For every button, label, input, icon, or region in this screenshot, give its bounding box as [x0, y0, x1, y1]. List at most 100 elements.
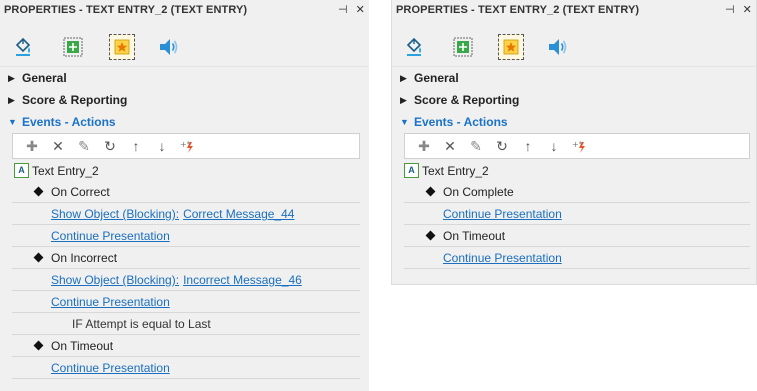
action-target-link[interactable]: Correct Message_44 [183, 207, 294, 221]
expand-arrow-icon: ▶ [8, 95, 15, 105]
section-label: General [414, 71, 459, 85]
panel-title: PROPERTIES - TEXT ENTRY_2 (TEXT ENTRY) [396, 4, 640, 16]
effects-icon[interactable]: +* [567, 134, 593, 158]
expand-arrow-icon: ▶ [400, 73, 407, 83]
tab-fill[interactable] [10, 34, 36, 60]
root-label: Text Entry_2 [422, 163, 489, 178]
event-row[interactable]: On Timeout [12, 335, 360, 357]
tab-position-size[interactable] [450, 34, 476, 60]
paint-bucket-icon [406, 37, 422, 56]
event-label: On Correct [51, 185, 110, 199]
property-tabs [392, 20, 756, 67]
events-list: On Correct Show Object (Blocking): Correc… [12, 181, 369, 379]
section-score-reporting[interactable]: ▶ Score & Reporting [0, 89, 369, 111]
text-entry-icon: A [404, 163, 419, 179]
root-label: Text Entry_2 [32, 163, 99, 178]
section-label: Events - Actions [22, 115, 116, 129]
section-label: Score & Reporting [22, 93, 128, 107]
events-list: On Complete Continue Presentation On Tim… [404, 181, 756, 269]
collapse-arrow-icon: ▼ [8, 117, 17, 127]
edit-icon[interactable]: ✎ [463, 134, 489, 158]
action-link[interactable]: Show Object (Blocking): [51, 207, 179, 221]
panel-title: PROPERTIES - TEXT ENTRY_2 (TEXT ENTRY) [4, 4, 248, 16]
paint-bucket-icon [15, 37, 31, 56]
action-link[interactable]: Continue Presentation [51, 361, 170, 375]
tab-interaction[interactable] [498, 34, 524, 60]
action-row[interactable]: Continue Presentation [404, 247, 750, 269]
position-size-icon [63, 37, 83, 57]
close-icon[interactable]: ✕ [356, 0, 365, 20]
move-up-icon[interactable]: ↑ [515, 134, 541, 158]
diamond-icon [33, 340, 44, 351]
events-toolbar: ✚ ✕ ✎ ↻ ↑ ↓ +* [12, 133, 360, 159]
speaker-icon [549, 39, 567, 55]
star-interaction-icon [114, 39, 130, 55]
section-general[interactable]: ▶ General [392, 67, 756, 89]
section-label: Events - Actions [414, 115, 508, 129]
tab-audio[interactable] [156, 34, 182, 60]
action-link[interactable]: Continue Presentation [51, 295, 170, 309]
collapse-arrow-icon: ▼ [400, 117, 409, 127]
tab-interaction[interactable] [109, 34, 135, 60]
speaker-icon [160, 39, 178, 55]
panel-titlebar: PROPERTIES - TEXT ENTRY_2 (TEXT ENTRY) ⊣… [392, 0, 756, 20]
action-row[interactable]: Continue Presentation [12, 357, 360, 379]
action-link[interactable]: Continue Presentation [443, 251, 562, 265]
event-label: On Timeout [51, 339, 114, 353]
close-icon[interactable]: ✕ [743, 0, 752, 20]
diamond-icon [425, 186, 436, 197]
move-down-icon[interactable]: ↓ [149, 134, 175, 158]
effects-icon[interactable]: +* [175, 134, 201, 158]
section-events-actions[interactable]: ▼ Events - Actions [0, 111, 369, 133]
expand-arrow-icon: ▶ [400, 95, 407, 105]
action-link[interactable]: Show Object (Blocking): [51, 273, 179, 287]
expand-arrow-icon: ▶ [8, 73, 15, 83]
tab-audio[interactable] [545, 34, 571, 60]
action-target-link[interactable]: Incorrect Message_46 [183, 273, 302, 287]
action-row[interactable]: Continue Presentation [12, 291, 360, 313]
section-label: Score & Reporting [414, 93, 520, 107]
event-row[interactable]: On Complete [404, 181, 750, 203]
add-icon[interactable]: ✚ [411, 134, 437, 158]
event-label: On Complete [443, 185, 514, 199]
text-entry-icon: A [14, 163, 29, 179]
event-row[interactable]: On Correct [12, 181, 360, 203]
delete-icon[interactable]: ✕ [437, 134, 463, 158]
action-row[interactable]: Continue Presentation [12, 225, 360, 247]
action-row[interactable]: Show Object (Blocking): Correct Message_4… [12, 203, 360, 225]
pin-icon[interactable]: ⊣ [725, 0, 735, 20]
undo-icon[interactable]: ↻ [97, 134, 123, 158]
action-row[interactable]: Show Object (Blocking): Incorrect Message… [12, 269, 360, 291]
section-label: General [22, 71, 67, 85]
edit-icon[interactable]: ✎ [71, 134, 97, 158]
diamond-icon [425, 230, 436, 241]
condition-row[interactable]: IF Attempt is equal to Last [12, 313, 360, 335]
star-interaction-icon [503, 39, 519, 55]
section-events-actions[interactable]: ▼ Events - Actions [392, 111, 756, 133]
section-general[interactable]: ▶ General [0, 67, 369, 89]
tab-fill[interactable] [401, 34, 427, 60]
tree-root-item[interactable]: A Text Entry_2 [0, 159, 369, 181]
events-toolbar: ✚ ✕ ✎ ↻ ↑ ↓ +* [404, 133, 750, 159]
action-row[interactable]: Continue Presentation [404, 203, 750, 225]
pin-icon[interactable]: ⊣ [338, 0, 348, 20]
properties-panel-left: PROPERTIES - TEXT ENTRY_2 (TEXT ENTRY) ⊣… [0, 0, 369, 391]
property-tabs [0, 20, 369, 67]
event-row[interactable]: On Incorrect [12, 247, 360, 269]
action-link[interactable]: Continue Presentation [443, 207, 562, 221]
tree-root-item[interactable]: A Text Entry_2 [392, 159, 756, 181]
tab-position-size[interactable] [60, 34, 86, 60]
section-score-reporting[interactable]: ▶ Score & Reporting [392, 89, 756, 111]
action-link[interactable]: Continue Presentation [51, 229, 170, 243]
diamond-icon [33, 252, 44, 263]
panel-titlebar: PROPERTIES - TEXT ENTRY_2 (TEXT ENTRY) ⊣… [0, 0, 369, 20]
move-down-icon[interactable]: ↓ [541, 134, 567, 158]
add-icon[interactable]: ✚ [19, 134, 45, 158]
move-up-icon[interactable]: ↑ [123, 134, 149, 158]
delete-icon[interactable]: ✕ [45, 134, 71, 158]
undo-icon[interactable]: ↻ [489, 134, 515, 158]
diamond-icon [33, 186, 44, 197]
position-size-icon [453, 37, 473, 57]
event-row[interactable]: On Timeout [404, 225, 750, 247]
event-label: On Incorrect [51, 251, 118, 265]
